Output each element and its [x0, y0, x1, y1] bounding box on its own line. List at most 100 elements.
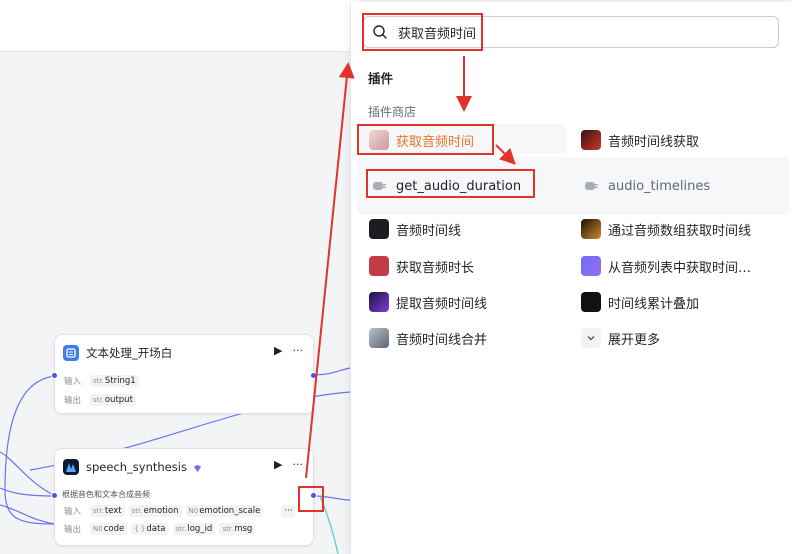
plugin-tool-icon: [583, 178, 599, 194]
plugin-audio-timeline[interactable]: 音频时间线: [369, 215, 461, 243]
param-tag: str.output: [90, 394, 136, 406]
plugin-label: 时间线累计叠加: [608, 296, 700, 312]
node-header: speech_synthesis: [63, 457, 202, 477]
node-output-row: 输出 N0code { }data str.log_id str.msg: [64, 523, 256, 535]
run-icon[interactable]: ▶: [274, 344, 282, 357]
tool-audio-timelines[interactable]: audio_timelines: [583, 172, 710, 200]
edge-left-3: [0, 451, 56, 497]
plugin-result-get-audio-time[interactable]: 获取音频时间: [369, 126, 474, 154]
plugin-tool-icon: [371, 178, 387, 194]
tool-label: get_audio_duration: [396, 178, 522, 194]
plugin-label: 音频时间线获取: [608, 134, 700, 150]
param-tag: N0emotion_scale: [185, 505, 264, 517]
plugin-label: 从音频列表中获取时间…: [608, 260, 752, 276]
node-speech-synthesis[interactable]: speech_synthesis ▶ ··· 根据音色和文本合成音频 输入 st…: [54, 448, 314, 546]
plugin-timeline-from-list[interactable]: 从音频列表中获取时间…: [581, 252, 751, 280]
plugin-label: 音频时间线合并: [396, 332, 488, 348]
param-tag: { }data: [131, 523, 169, 535]
param-tag: str.String1: [90, 375, 139, 387]
verified-icon: [193, 458, 202, 477]
param-type: str.: [222, 525, 234, 533]
plugin-label: 获取音频时长: [396, 260, 475, 276]
input-label: 输入: [64, 507, 82, 517]
input-port[interactable]: [51, 492, 58, 499]
node-actions: ▶ ···: [274, 458, 303, 471]
plugin-audio-timeline-merge[interactable]: 音频时间线合并: [369, 324, 487, 352]
param-type: str.: [131, 507, 143, 515]
param-type: { }: [134, 525, 146, 533]
edge-right-2: [313, 495, 351, 501]
node-actions: ▶ ···: [274, 344, 303, 357]
edge-left-1: [4, 375, 56, 525]
node-header: 文本处理_开场白: [63, 343, 172, 363]
more-icon[interactable]: ···: [293, 344, 304, 357]
param-type: N0: [188, 507, 199, 515]
plugin-extract-audio-timeline[interactable]: 提取音频时间线: [369, 288, 487, 316]
param-name: emotion: [143, 506, 179, 516]
param-type: N0: [93, 525, 103, 533]
param-name: msg: [234, 524, 253, 534]
param-name: data: [146, 524, 166, 534]
run-icon[interactable]: ▶: [274, 458, 282, 471]
output-label: 输出: [64, 396, 82, 406]
edge-teal: [319, 495, 339, 554]
output-port[interactable]: [310, 492, 317, 499]
expand-more-button[interactable]: 展开更多: [581, 324, 660, 352]
plugin-label: 提取音频时间线: [396, 296, 488, 312]
ai-logo-thumb: [581, 292, 601, 312]
param-tag: N0code: [90, 523, 128, 535]
edge-right-1: [313, 367, 351, 376]
plugin-timeline-from-array[interactable]: 通过音频数组获取时间线: [581, 215, 751, 243]
edge-left-2: [0, 487, 56, 497]
plugin-label: 通过音频数组获取时间线: [608, 223, 752, 239]
more-icon[interactable]: ···: [293, 458, 304, 471]
plugin-get-audio-length[interactable]: 获取音频时长: [369, 252, 474, 280]
param-type: str.: [93, 507, 104, 515]
search-box[interactable]: [363, 16, 779, 48]
tool-get-audio-duration[interactable]: get_audio_duration: [371, 172, 521, 200]
more-params-tag[interactable]: ···: [281, 505, 296, 517]
param-name: code: [103, 524, 125, 534]
wave-purple-thumb: [369, 292, 389, 312]
plugin-result-audio-timeline-get[interactable]: 音频时间线获取: [581, 126, 699, 154]
avatar-girl-thumb: [369, 130, 389, 150]
param-type: str.: [93, 377, 104, 385]
param-tag: str.emotion: [128, 505, 182, 517]
param-tag: str.text: [90, 505, 125, 517]
param-name: String1: [104, 376, 136, 386]
tool-label: audio_timelines: [608, 178, 711, 194]
param-name: output: [104, 395, 133, 405]
param-type: str.: [93, 396, 104, 404]
output-label: 输出: [64, 525, 82, 535]
radio-thumb: [369, 256, 389, 276]
search-icon: [372, 24, 388, 40]
node-title: 文本处理_开场白: [86, 346, 173, 360]
waveform-thumb: [369, 219, 389, 239]
avatar-character-thumb: [581, 130, 601, 150]
param-tag: str.msg: [219, 523, 256, 535]
input-port[interactable]: [51, 372, 58, 379]
edge-left-4: [0, 504, 56, 525]
speech-synthesis-icon: [63, 459, 79, 475]
param-type: str.: [175, 525, 187, 533]
section-title: 插件: [368, 71, 394, 86]
person-thumb: [369, 328, 389, 348]
section-subtitle: 插件商店: [368, 105, 417, 119]
node-description: 根据音色和文本合成音频: [62, 490, 150, 499]
param-tag: str.log_id: [172, 523, 216, 535]
param-name: text: [104, 506, 122, 516]
search-input[interactable]: [398, 24, 758, 40]
plugin-search-panel: 插件 插件商店 获取音频时间 音频时间线获取 get_audio_duratio…: [350, 2, 792, 554]
node-input-row: 输入 str.text str.emotion N0emotion_scale …: [64, 505, 296, 517]
plugin-label: 获取音频时间: [396, 134, 475, 150]
output-port[interactable]: [310, 372, 317, 379]
plugin-label: 音频时间线: [396, 223, 462, 239]
node-title: speech_synthesis: [86, 460, 187, 474]
music-thumb: [581, 219, 601, 239]
param-name: emotion_scale: [199, 506, 261, 516]
node-text-process[interactable]: 文本处理_开场白 ▶ ··· 输入 str.String1 输出 str.out…: [54, 334, 314, 414]
node-input-row: 输入 str.String1: [64, 375, 139, 387]
cube-thumb: [581, 256, 601, 276]
param-name: log_id: [187, 524, 213, 534]
plugin-timeline-accumulate[interactable]: 时间线累计叠加: [581, 288, 699, 316]
